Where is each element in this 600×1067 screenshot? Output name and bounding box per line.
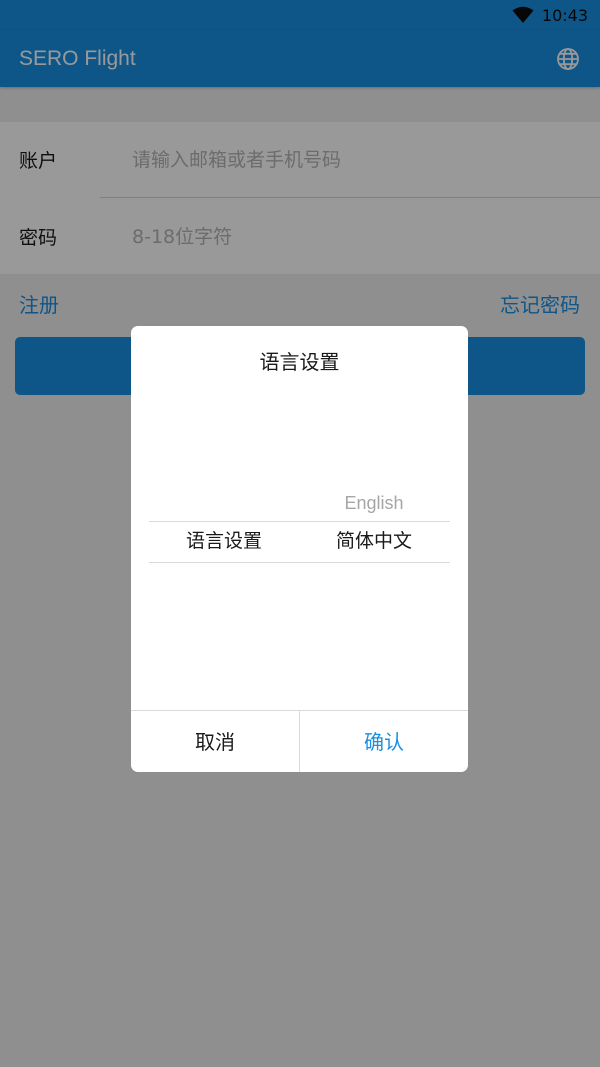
dialog-title: 语言设置: [259, 350, 340, 374]
language-dialog: 语言设置 English 语言设置 简体中文 取消 确认: [131, 326, 468, 772]
picker-selection-line-bottom: [149, 562, 450, 563]
picker-option-english[interactable]: English: [299, 485, 449, 521]
cancel-button[interactable]: 取消: [131, 711, 299, 772]
picker-column-label: 语言设置: [185, 530, 262, 552]
dialog-footer: 取消 确认: [131, 710, 468, 772]
confirm-button[interactable]: 确认: [300, 711, 468, 772]
language-picker[interactable]: English 语言设置 简体中文: [131, 386, 468, 710]
picker-option-simplified-chinese[interactable]: 简体中文: [299, 521, 449, 562]
